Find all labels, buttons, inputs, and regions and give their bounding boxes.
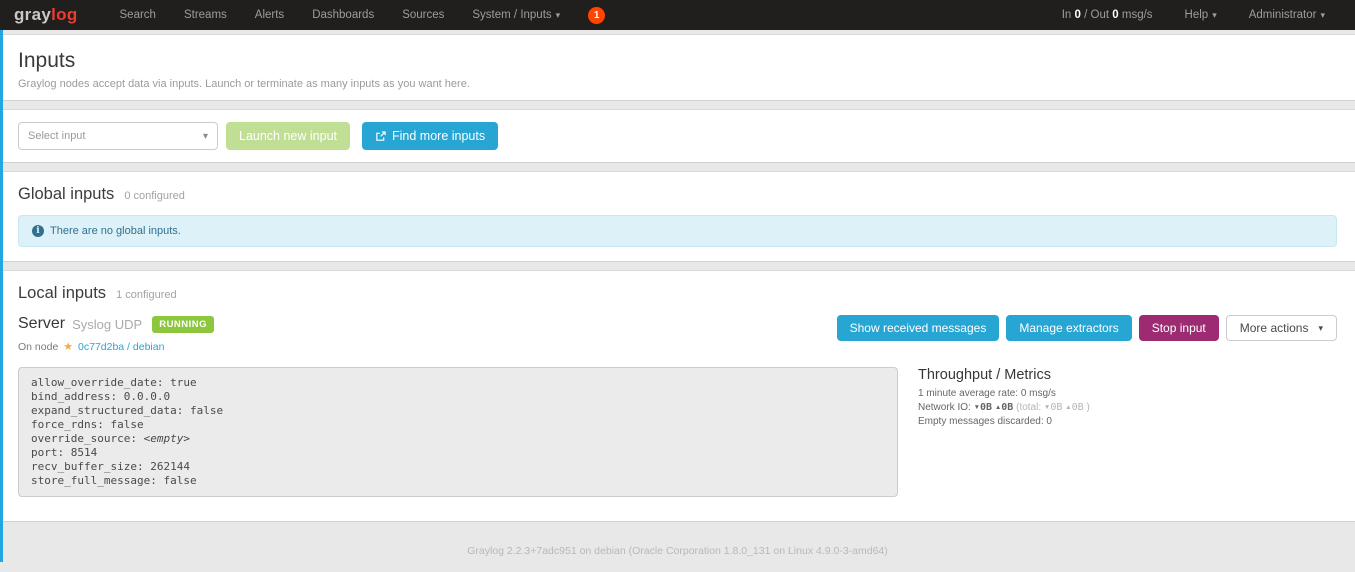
notification-badge[interactable]: 1 bbox=[588, 7, 605, 24]
status-badge: RUNNING bbox=[152, 316, 214, 333]
caret-down-icon: ▾ bbox=[1212, 10, 1217, 20]
left-accent-strip bbox=[0, 30, 3, 562]
io-download-value: 0B bbox=[980, 402, 992, 413]
io-upload-value: 0B bbox=[1001, 402, 1013, 413]
launch-new-input-button[interactable]: Launch new input bbox=[226, 122, 350, 150]
input-name: Server bbox=[18, 315, 65, 333]
external-link-icon bbox=[375, 131, 386, 142]
top-navbar: graylog Search Streams Alerts Dashboards… bbox=[0, 0, 1355, 30]
find-more-inputs-button[interactable]: Find more inputs bbox=[362, 122, 498, 150]
select-input-placeholder: Select input bbox=[28, 130, 85, 142]
network-io-line: Network IO: ▼0B ▲0B (total: ▼0B ▲0B ) bbox=[918, 402, 1090, 413]
global-throughput: In 0 / Out 0 msg/s bbox=[1046, 9, 1169, 21]
nav-item-user-menu[interactable]: Administrator▾ bbox=[1233, 9, 1341, 21]
alert-text: There are no global inputs. bbox=[50, 225, 181, 237]
nav-item-help[interactable]: Help▾ bbox=[1169, 9, 1233, 21]
graylog-logo[interactable]: graylog bbox=[14, 5, 78, 25]
select-input-dropdown[interactable]: Select input ▾ bbox=[18, 122, 218, 150]
star-icon: ★ bbox=[63, 341, 73, 353]
nav-item-alerts[interactable]: Alerts bbox=[241, 9, 298, 21]
node-link[interactable]: 0c77d2ba / debian bbox=[78, 341, 164, 353]
nav-item-dashboards[interactable]: Dashboards bbox=[298, 9, 388, 21]
global-inputs-title: Global inputs bbox=[18, 185, 114, 204]
throughput-metrics: Throughput / Metrics 1 minute average ra… bbox=[918, 367, 1090, 497]
avg-rate-line: 1 minute average rate: 0 msg/s bbox=[918, 388, 1090, 399]
manage-extractors-button[interactable]: Manage extractors bbox=[1006, 315, 1131, 341]
in-msg-count: 0 bbox=[1075, 9, 1081, 21]
local-inputs-panel: Local inputs 1 configured Server Syslog … bbox=[0, 270, 1355, 522]
navbar-right: In 0 / Out 0 msg/s Help▾ Administrator▾ bbox=[1046, 9, 1341, 21]
local-inputs-title: Local inputs bbox=[18, 284, 106, 303]
input-list-item: Server Syslog UDP RUNNING On node ★ 0c77… bbox=[18, 315, 1337, 353]
version-footer: Graylog 2.2.3+7adc951 on debian (Oracle … bbox=[0, 530, 1355, 572]
nav-item-streams[interactable]: Streams bbox=[170, 9, 241, 21]
io-total-download-value: 0B bbox=[1050, 402, 1062, 413]
nav-item-sources[interactable]: Sources bbox=[388, 9, 458, 21]
nav-item-system-inputs[interactable]: System / Inputs▾ bbox=[458, 9, 574, 21]
caret-down-icon: ▾ bbox=[1320, 10, 1325, 20]
empty-messages-line: Empty messages discarded: 0 bbox=[918, 416, 1090, 427]
info-icon: i bbox=[32, 225, 44, 237]
more-actions-button[interactable]: More actions▾ bbox=[1226, 315, 1337, 341]
page-header-panel: Inputs Graylog nodes accept data via inp… bbox=[0, 34, 1355, 101]
io-total: (total: ▼0B ▲0B ) bbox=[1016, 402, 1090, 413]
nav-item-search[interactable]: Search bbox=[106, 9, 170, 21]
input-action-buttons: Show received messages Manage extractors… bbox=[837, 315, 1337, 341]
page-description: Graylog nodes accept data via inputs. La… bbox=[18, 78, 1337, 90]
out-msg-count: 0 bbox=[1112, 9, 1118, 21]
no-global-inputs-alert: i There are no global inputs. bbox=[18, 215, 1337, 247]
metrics-title: Throughput / Metrics bbox=[918, 367, 1090, 383]
page-content: Inputs Graylog nodes accept data via inp… bbox=[0, 30, 1355, 572]
global-inputs-count: 0 configured bbox=[124, 190, 185, 202]
input-identity: Server Syslog UDP RUNNING On node ★ 0c77… bbox=[18, 315, 214, 353]
io-total-upload-value: 0B bbox=[1072, 402, 1084, 413]
logo-text-gray: gray bbox=[14, 5, 51, 24]
local-inputs-count: 1 configured bbox=[116, 289, 177, 301]
global-inputs-panel: Global inputs 0 configured i There are n… bbox=[0, 171, 1355, 262]
show-received-messages-button[interactable]: Show received messages bbox=[837, 315, 1000, 341]
caret-down-icon: ▾ bbox=[556, 10, 561, 20]
input-type: Syslog UDP bbox=[72, 317, 142, 332]
input-configuration-block: allow_override_date: true bind_address: … bbox=[18, 367, 898, 497]
node-line: On node ★ 0c77d2ba / debian bbox=[18, 340, 214, 353]
stop-input-button[interactable]: Stop input bbox=[1139, 315, 1219, 341]
caret-down-icon: ▾ bbox=[1318, 323, 1323, 334]
logo-text-log: log bbox=[51, 5, 77, 24]
caret-down-icon: ▾ bbox=[203, 131, 208, 142]
page-title: Inputs bbox=[18, 49, 1337, 73]
input-launcher-panel: Select input ▾ Launch new input Find mor… bbox=[0, 109, 1355, 163]
